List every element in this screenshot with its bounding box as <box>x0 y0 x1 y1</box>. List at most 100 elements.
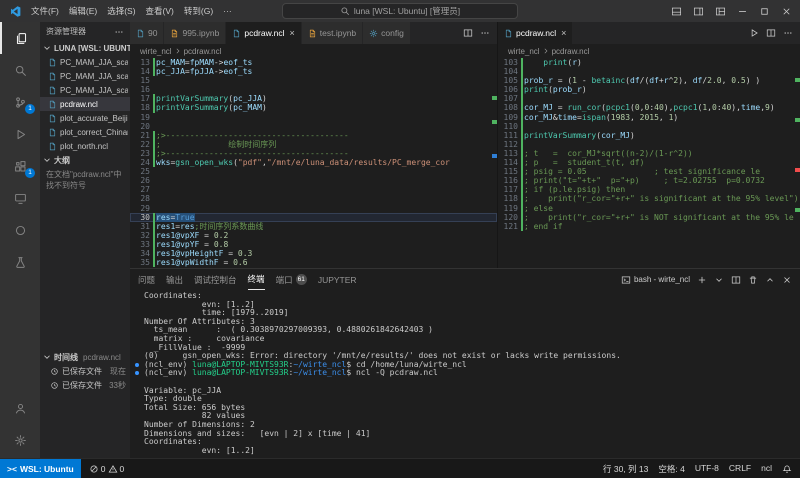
code-line[interactable]: 111printVarSummary(cor_MJ) <box>498 131 800 140</box>
status-item[interactable]: 空格: 4 <box>658 463 684 475</box>
breadcrumb-item[interactable]: pcdraw.ncl <box>552 47 590 56</box>
code-line[interactable]: 31res1=res;时间序列系数曲线 <box>130 222 497 231</box>
code-line[interactable]: 27 <box>130 185 497 194</box>
code-line[interactable]: 24wks=gsn_open_wks("pdf","/mnt/e/luna_da… <box>130 158 497 167</box>
code-line[interactable]: 15 <box>130 76 497 85</box>
more-actions-icon[interactable] <box>480 28 490 38</box>
outline-section-header[interactable]: 大纲 <box>40 153 130 167</box>
close-icon[interactable]: × <box>561 28 566 38</box>
code-line[interactable]: 106print(prob_r) <box>498 85 800 94</box>
panel-tab-问题[interactable]: 问题 <box>138 269 155 290</box>
code-line[interactable]: 121; end if <box>498 222 800 231</box>
tree-item-PC_MAM_JJA_scatter_..[interactable]: PC_MAM_JJA_scatter_.. <box>40 55 130 69</box>
command-center[interactable]: luna [WSL: Ubuntu] [管理员] <box>282 3 518 19</box>
activity-run-debug[interactable] <box>0 118 40 150</box>
customize-layout-icon[interactable] <box>710 1 730 21</box>
timeline-entry[interactable]: 已保存文件33秒 <box>40 378 130 392</box>
minimize-button[interactable] <box>732 1 752 21</box>
maximize-button[interactable] <box>754 1 774 21</box>
code-line[interactable]: 108cor_MJ = run_cor(pcpc1(0,0:40),pcpc1(… <box>498 103 800 112</box>
problems-status[interactable]: 0 0 <box>89 464 124 474</box>
split-editor-icon[interactable] <box>766 28 776 38</box>
tree-item-plot_north.ncl[interactable]: plot_north.ncl <box>40 139 130 153</box>
breadcrumb-item[interactable]: pcdraw.ncl <box>184 47 222 56</box>
menu-转到(G)[interactable]: 转到(G) <box>179 5 218 17</box>
close-panel-icon[interactable] <box>782 275 792 285</box>
close-button[interactable] <box>776 1 796 21</box>
activity-explorer[interactable] <box>0 22 40 54</box>
code-line[interactable]: 32res1@vpXF = 0.2 <box>130 231 497 240</box>
tree-item-plot_correct_Chinama..[interactable]: plot_correct_Chinama.. <box>40 125 130 139</box>
tree-item-PC_MAM_JJA_scatter_..[interactable]: PC_MAM_JJA_scatter_.. <box>40 83 130 97</box>
split-editor-icon[interactable] <box>463 28 473 38</box>
code-editor-left[interactable]: 13pc_MAM=fpMAM->eof_ts14pc_JJA=fpJJA->eo… <box>130 58 497 268</box>
code-line[interactable]: 19 <box>130 113 497 122</box>
code-line[interactable]: 112 <box>498 140 800 149</box>
tree-item-pcdraw.ncl[interactable]: pcdraw.ncl <box>40 97 130 111</box>
code-line[interactable]: 110 <box>498 122 800 131</box>
panel-tab-JUPYTER[interactable]: JUPYTER <box>318 269 357 290</box>
code-line[interactable]: 105prob_r = (1 - betainc(df/(df+r^2), df… <box>498 76 800 85</box>
tree-item-plot_accurate_Beijing..[interactable]: plot_accurate_Beijing.. <box>40 111 130 125</box>
code-line[interactable]: 28 <box>130 194 497 203</box>
tab-90[interactable]: 90 <box>130 22 164 44</box>
code-line[interactable]: 34res1@vpHeightF = 0.3 <box>130 249 497 258</box>
overview-ruler[interactable] <box>492 58 497 268</box>
code-line[interactable]: 14pc_JJA=fpJJA->eof_ts <box>130 67 497 76</box>
activity-extensions[interactable]: 1 <box>0 150 40 182</box>
kill-terminal-icon[interactable] <box>748 275 758 285</box>
panel-tab-输出[interactable]: 输出 <box>166 269 183 290</box>
panel-tab-终端[interactable]: 终端 <box>248 269 265 290</box>
menu-查看(V)[interactable]: 查看(V) <box>141 5 179 17</box>
breadcrumb-item[interactable]: wirte_ncl <box>508 47 540 56</box>
code-line[interactable]: 115; psig = 0.05 ; test significance le <box>498 167 800 176</box>
activity-account[interactable] <box>0 392 40 424</box>
tab-config[interactable]: config <box>363 22 411 44</box>
command-decoration-icon[interactable] <box>135 371 139 375</box>
command-decoration-icon[interactable] <box>135 363 139 367</box>
code-line[interactable]: 29 <box>130 204 497 213</box>
more-actions-icon[interactable] <box>114 27 124 37</box>
activity-testing[interactable] <box>0 246 40 278</box>
code-line[interactable]: 104 <box>498 67 800 76</box>
status-item[interactable]: CRLF <box>729 463 751 475</box>
tab-pcdraw.ncl[interactable]: pcdraw.ncl× <box>226 22 301 44</box>
menu-编辑(E)[interactable]: 编辑(E) <box>64 5 102 17</box>
code-line[interactable]: 22; 绘制时间序列 <box>130 140 497 149</box>
code-line[interactable]: 21;>------------------------------------… <box>130 131 497 140</box>
notifications-bell-icon[interactable] <box>782 464 792 474</box>
terminal-output[interactable]: Coordinates: evn: [1..2] time: [1979..20… <box>130 290 800 458</box>
timeline-entry[interactable]: 已保存文件现在 <box>40 364 130 378</box>
code-line[interactable]: 118; print("r_cor="+r+" is significant a… <box>498 194 800 203</box>
code-line[interactable]: 114; p = student_t(t, df) <box>498 158 800 167</box>
panel-tab-调试控制台[interactable]: 调试控制台 <box>194 269 237 290</box>
status-item[interactable]: 行 30, 列 13 <box>603 463 648 475</box>
code-line[interactable]: 25 <box>130 167 497 176</box>
remote-indicator[interactable]: >< WSL: Ubuntu <box>0 459 81 478</box>
code-line[interactable]: 107 <box>498 94 800 103</box>
chevron-down-icon[interactable] <box>714 275 724 285</box>
code-line[interactable]: 20 <box>130 122 497 131</box>
menu-选择(S)[interactable]: 选择(S) <box>102 5 140 17</box>
breadcrumb-item[interactable]: wirte_ncl <box>140 47 172 56</box>
activity-search[interactable] <box>0 54 40 86</box>
code-line[interactable]: 113; t = cor_MJ*sqrt((n-2)/(1-r^2)) <box>498 149 800 158</box>
tab-995.ipynb[interactable]: 995.ipynb <box>164 22 226 44</box>
overview-ruler[interactable] <box>795 58 800 268</box>
code-line[interactable]: 35res1@vpWidthF = 0.6 <box>130 258 497 267</box>
code-line[interactable]: 109cor_MJ&time=ispan(1983, 2015, 1) <box>498 113 800 122</box>
code-line[interactable]: 103 print(r) <box>498 58 800 67</box>
tree-item-PC_MAM_JJA_scatter_..[interactable]: PC_MAM_JJA_scatter_.. <box>40 69 130 83</box>
activity-settings[interactable] <box>0 424 40 456</box>
code-line[interactable]: 116; print("t="+t+" p="+p) ; t=2.02755 p… <box>498 176 800 185</box>
maximize-panel-icon[interactable] <box>765 275 775 285</box>
status-item[interactable]: UTF-8 <box>695 463 719 475</box>
close-icon[interactable]: × <box>290 28 295 38</box>
code-line[interactable]: 120; print("r_cor="+r+" is NOT significa… <box>498 213 800 222</box>
code-line[interactable]: 117; if (p.le.psig) then <box>498 185 800 194</box>
code-line[interactable]: 17printVarSummary(pc_JJA) <box>130 94 497 103</box>
menu-文件(F)[interactable]: 文件(F) <box>26 5 64 17</box>
split-terminal-icon[interactable] <box>731 275 741 285</box>
menu-···[interactable]: ··· <box>218 6 237 16</box>
tab-pcdraw.ncl[interactable]: pcdraw.ncl× <box>498 22 573 44</box>
